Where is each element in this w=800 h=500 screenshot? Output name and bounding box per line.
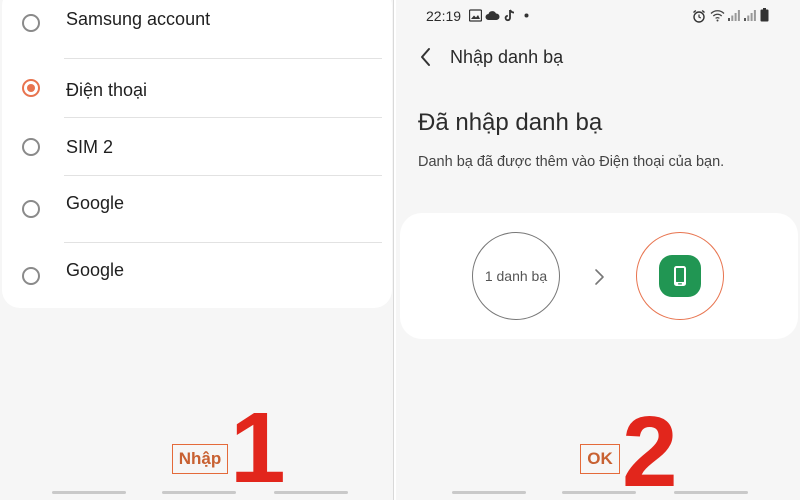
nav-bar-segment [52,491,126,494]
back-arrow-icon[interactable] [418,46,434,68]
signal-icon [744,10,756,21]
option-label: SIM 2 [66,137,114,157]
import-done-heading: Đã nhập danh bạ [418,109,603,136]
cloud-icon [485,11,500,20]
image-icon [469,9,482,22]
phone-target-circle [636,232,724,320]
battery-icon [760,8,769,22]
radio-google-2[interactable] [22,267,40,285]
ok-button[interactable]: OK [580,444,620,474]
divider [64,242,382,243]
divider [64,117,382,118]
step-number-1: 1 [230,392,286,500]
radio-samsung-account[interactable] [22,14,40,32]
import-done-screen: 22:19 Nhập danh bạ Đã nhập danh bạ Danh … [396,0,800,500]
status-time: 22:19 [426,8,462,24]
page-title: Nhập danh bạ [450,47,564,67]
nav-bar-segment [452,491,526,494]
chevron-right-icon [595,269,604,285]
status-bar: 22:19 [396,0,800,32]
contact-count-label: 1 danh bạ [484,268,548,284]
import-done-message: Danh bạ đã được thêm vào Điện thoại của … [418,154,725,170]
phone-storage-badge [659,255,701,297]
wifi-icon [710,10,725,22]
step-number-2: 2 [622,396,678,500]
radio-sim2[interactable] [22,138,40,156]
radio-google-1[interactable] [22,200,40,218]
divider [64,175,382,176]
nav-bar-segment [562,491,636,494]
option-label: Điện thoại [66,80,148,100]
option-phone[interactable]: Điện thoại [2,60,392,118]
signal-icon [728,10,740,21]
option-sim2[interactable]: SIM 2 [2,119,392,177]
import-button[interactable]: Nhập [172,444,228,474]
option-label: Samsung account [66,9,211,29]
account-list: Samsung account Điện thoại SIM 2 Google … [2,0,392,308]
phone-icon [674,266,686,286]
contact-count-circle: 1 danh bạ [472,232,560,320]
option-samsung-account[interactable]: Samsung account [2,0,392,46]
tiktok-icon [504,9,515,22]
dot-icon [524,13,529,18]
nav-bar-segment [162,491,236,494]
import-result-card: 1 danh bạ [400,213,798,339]
nav-bar-segment [674,491,748,494]
radio-phone[interactable] [22,79,40,97]
account-picker-screen: Samsung account Điện thoại SIM 2 Google … [0,0,394,500]
alarm-icon [693,9,705,23]
option-label: Google [66,260,125,280]
option-google-2[interactable]: Google [2,244,392,302]
nav-bar-segment [274,491,348,494]
option-google-1[interactable]: Google [2,177,392,235]
option-label: Google [66,193,125,213]
divider [64,58,382,59]
